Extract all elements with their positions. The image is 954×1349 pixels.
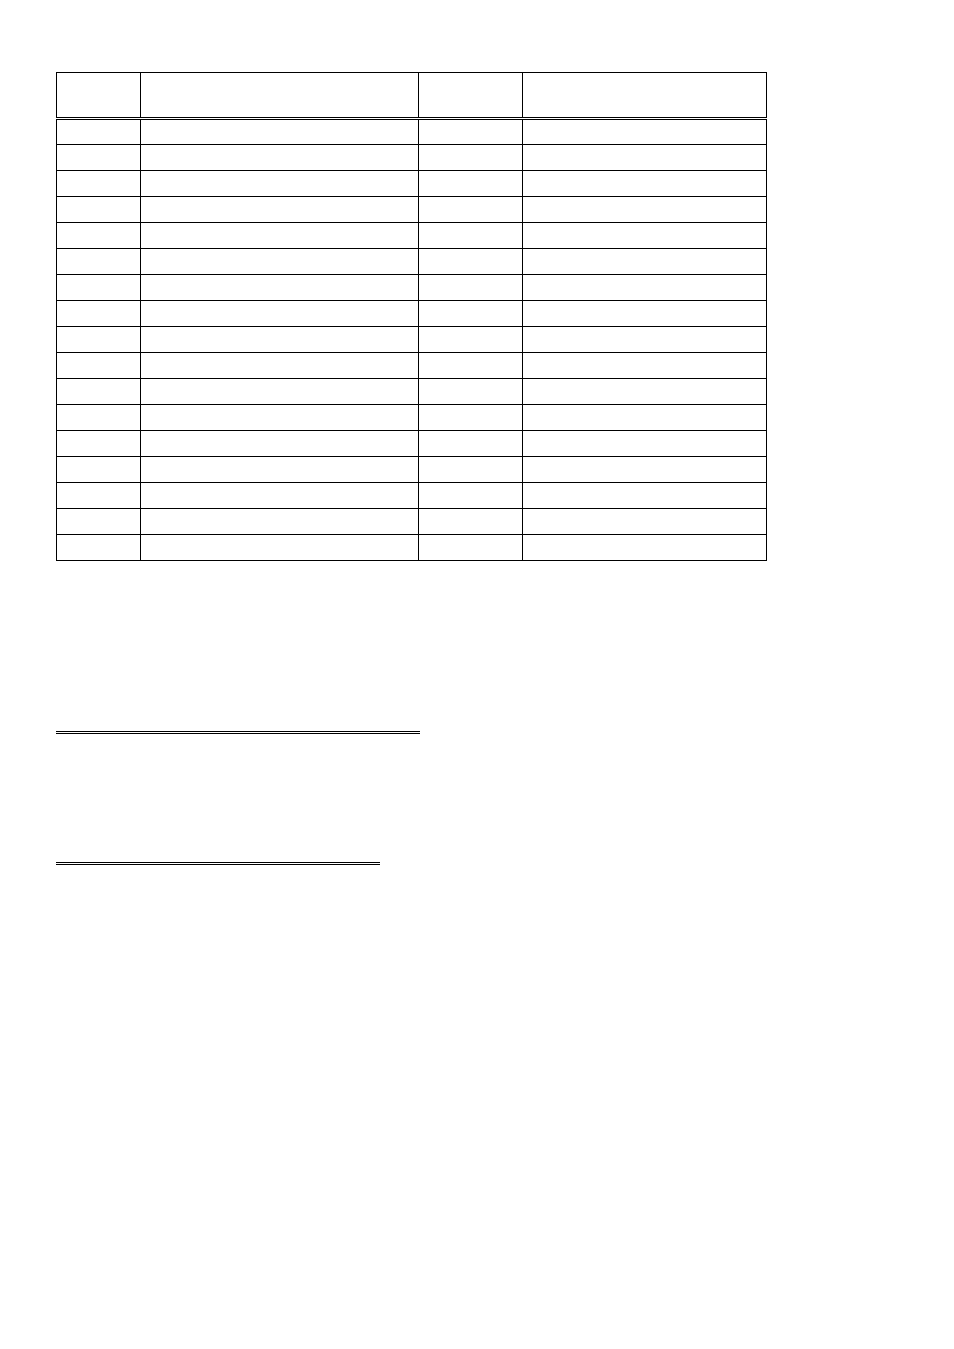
table-cell: [141, 457, 419, 483]
table-cell: [57, 327, 141, 353]
table-cell: [523, 249, 767, 275]
table-cell: [57, 379, 141, 405]
table-cell: [523, 327, 767, 353]
table-cell: [57, 405, 141, 431]
table-cell: [419, 457, 523, 483]
table-row: [57, 535, 767, 561]
signature-line-1: [56, 731, 420, 734]
table-cell: [141, 405, 419, 431]
table-header-cell: [57, 73, 141, 119]
table-cell: [141, 197, 419, 223]
table-row: [57, 223, 767, 249]
table-cell: [141, 249, 419, 275]
signature-line-2: [56, 862, 380, 865]
table-cell: [141, 119, 419, 145]
table-cell: [419, 327, 523, 353]
table-body: [57, 119, 767, 561]
table-cell: [141, 145, 419, 171]
table-cell: [57, 275, 141, 301]
table-cell: [419, 431, 523, 457]
table-cell: [57, 483, 141, 509]
table-row: [57, 509, 767, 535]
table-cell: [419, 379, 523, 405]
table-cell: [57, 509, 141, 535]
table-cell: [141, 171, 419, 197]
page-content: [0, 0, 954, 865]
table-cell: [141, 275, 419, 301]
table-cell: [57, 535, 141, 561]
table-cell: [419, 353, 523, 379]
table-cell: [419, 535, 523, 561]
table-cell: [523, 171, 767, 197]
table-cell: [523, 457, 767, 483]
table-header-cell: [141, 73, 419, 119]
table-cell: [57, 171, 141, 197]
table-cell: [57, 353, 141, 379]
table-cell: [141, 535, 419, 561]
table-cell: [419, 145, 523, 171]
table-cell: [523, 353, 767, 379]
table-cell: [523, 275, 767, 301]
table-header-row: [57, 73, 767, 119]
table-row: [57, 119, 767, 145]
table-cell: [523, 431, 767, 457]
table-cell: [57, 431, 141, 457]
table-cell: [141, 353, 419, 379]
table-cell: [419, 249, 523, 275]
table-row: [57, 249, 767, 275]
table-cell: [523, 405, 767, 431]
table-cell: [419, 119, 523, 145]
data-table: [56, 72, 767, 561]
table-row: [57, 327, 767, 353]
table-cell: [523, 535, 767, 561]
table-cell: [419, 301, 523, 327]
table-cell: [523, 483, 767, 509]
table-cell: [523, 145, 767, 171]
table-cell: [141, 431, 419, 457]
table-cell: [57, 145, 141, 171]
table-row: [57, 457, 767, 483]
table-cell: [419, 509, 523, 535]
table-row: [57, 301, 767, 327]
signature-section: [56, 561, 898, 865]
table-cell: [523, 379, 767, 405]
table-row: [57, 197, 767, 223]
table-cell: [141, 223, 419, 249]
table-row: [57, 405, 767, 431]
table-cell: [419, 483, 523, 509]
table-header-cell: [419, 73, 523, 119]
table-cell: [523, 119, 767, 145]
table-row: [57, 379, 767, 405]
table-cell: [523, 301, 767, 327]
table-row: [57, 145, 767, 171]
table-cell: [57, 457, 141, 483]
table-cell: [57, 197, 141, 223]
table-row: [57, 483, 767, 509]
table-cell: [419, 171, 523, 197]
table-row: [57, 431, 767, 457]
table-cell: [141, 509, 419, 535]
table-cell: [523, 223, 767, 249]
table-cell: [141, 301, 419, 327]
table-cell: [419, 197, 523, 223]
table-row: [57, 275, 767, 301]
table-cell: [141, 379, 419, 405]
table-header-cell: [523, 73, 767, 119]
table-cell: [57, 301, 141, 327]
table-row: [57, 171, 767, 197]
table-cell: [57, 223, 141, 249]
table-cell: [523, 509, 767, 535]
table-cell: [57, 249, 141, 275]
table-cell: [419, 405, 523, 431]
table-row: [57, 353, 767, 379]
table-cell: [419, 275, 523, 301]
table-cell: [419, 223, 523, 249]
table-cell: [141, 327, 419, 353]
table-cell: [141, 483, 419, 509]
table-cell: [523, 197, 767, 223]
table-cell: [57, 119, 141, 145]
